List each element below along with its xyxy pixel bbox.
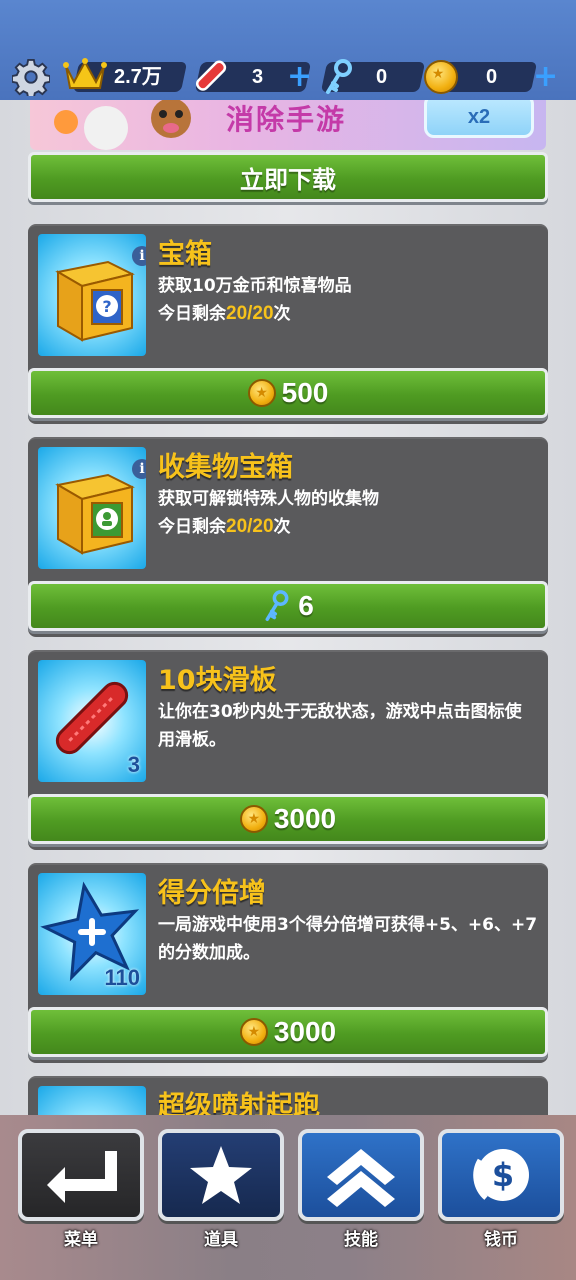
ad-multiplier-badge: x2: [424, 100, 534, 138]
item-description: 一局游戏中使用3个得分倍增可获得+5、+6、+7的分数加成。: [158, 915, 538, 963]
skills-button[interactable]: [298, 1129, 424, 1221]
remaining-suffix: 次: [273, 517, 291, 537]
crown-icon: [63, 58, 107, 89]
item-description: 让你在30秒内处于无敌状态，游戏中点击图标使用滑板。: [158, 702, 522, 750]
item-title: 宝箱: [158, 239, 212, 270]
hoverboard-thumbnail[interactable]: 3: [38, 660, 146, 782]
chest-thumbnail[interactable]: ? i: [38, 234, 146, 356]
item-desc-line: 获取10万金币和惊喜物品: [158, 276, 352, 296]
daily-remaining: 今日剩余20/20次: [158, 300, 538, 328]
key-icon: [265, 590, 289, 621]
item-title: 超级喷射起跑: [158, 1091, 320, 1115]
bottom-nav: 菜单 道具 技能 $ 钱币: [0, 1115, 576, 1280]
menu-button[interactable]: [18, 1129, 144, 1221]
top-status-bar: 2.7万 3 + 0 0 +: [0, 0, 576, 100]
skills-label: 技能: [344, 1230, 378, 1250]
remaining-suffix: 次: [273, 304, 291, 324]
item-description: 获取10万金币和惊喜物品 今日剩余20/20次: [158, 272, 538, 328]
collectible-chest-thumbnail[interactable]: i: [38, 447, 146, 569]
item-title: 得分倍增: [158, 878, 266, 909]
score-multiplier-thumbnail[interactable]: 110: [38, 873, 146, 995]
ad-title: 消除手游: [226, 103, 347, 136]
return-arrow-icon: [47, 1151, 117, 1203]
remaining-label: 今日剩余: [158, 304, 226, 324]
dollar-coin-icon: $: [473, 1149, 529, 1201]
svg-text:$: $: [492, 1156, 514, 1194]
items-button[interactable]: [158, 1129, 284, 1221]
key-count: 0: [376, 66, 388, 88]
price-value: 6: [298, 590, 314, 621]
add-coins-button[interactable]: +: [533, 62, 558, 92]
download-button[interactable]: 立即下载: [28, 152, 548, 202]
buy-hoverboards-button[interactable]: 3000: [28, 794, 548, 844]
remaining-label: 今日剩余: [158, 517, 226, 537]
coin-icon: [239, 1018, 268, 1046]
hoverboard-count: 3: [252, 66, 264, 88]
settings-gear-icon[interactable]: [12, 58, 50, 96]
coins-button[interactable]: $: [438, 1129, 564, 1221]
owned-quantity: 110: [104, 965, 141, 990]
star-icon: [190, 1146, 252, 1204]
price-value: 500: [281, 377, 329, 408]
shop-item-score-multiplier: 110 得分倍增 一局游戏中使用3个得分倍增可获得+5、+6、+7的分数加成。 …: [28, 863, 548, 1063]
coin-count: 0: [486, 66, 498, 88]
shop-item-chest: ? i 宝箱 获取10万金币和惊喜物品 今日剩余20/20次 500: [28, 224, 548, 424]
remaining-count: 20/20: [226, 516, 274, 537]
owned-quantity: 3: [127, 752, 140, 777]
info-icon[interactable]: i: [132, 459, 146, 479]
item-title: 收集物宝箱: [158, 452, 293, 483]
info-icon[interactable]: i: [132, 246, 146, 266]
key-icon: [326, 59, 352, 94]
coin-icon: [239, 805, 268, 833]
shop-list[interactable]: 消除手游 x2 立即下载 ? i 宝箱 获取10万金币和惊喜物品 今日剩余20/…: [0, 100, 576, 1115]
collectible-box-icon: [55, 473, 135, 555]
score-value: 2.7万: [114, 66, 162, 88]
buy-collectible-chest-button[interactable]: 6: [28, 581, 548, 631]
daily-remaining: 今日剩余20/20次: [158, 513, 538, 541]
menu-label: 菜单: [64, 1230, 98, 1250]
svg-text:?: ?: [102, 297, 111, 316]
ad-banner[interactable]: 消除手游 x2: [30, 100, 546, 150]
shop-item-collectible-chest: i 收集物宝箱 获取可解锁特殊人物的收集物 今日剩余20/20次 6: [28, 437, 548, 637]
coins-label: 钱币: [484, 1230, 518, 1250]
price-value: 3000: [273, 1016, 337, 1047]
buy-chest-button[interactable]: 500: [28, 368, 548, 418]
double-chevron-up-icon: [327, 1149, 395, 1207]
hoverboard-icon: [195, 60, 227, 91]
shop-item-super-jetpack-start: 超级喷射起跑: [28, 1076, 548, 1115]
items-label: 道具: [204, 1230, 238, 1250]
add-hoverboard-button[interactable]: +: [287, 62, 312, 92]
item-desc-line: 获取可解锁特殊人物的收集物: [158, 489, 379, 509]
item-title: 10块滑板: [158, 665, 277, 696]
price-value: 3000: [273, 803, 337, 834]
mystery-box-icon: ?: [55, 260, 135, 342]
coin-icon: [247, 379, 276, 407]
item-description: 获取可解锁特殊人物的收集物 今日剩余20/20次: [158, 485, 538, 541]
buy-score-multiplier-button[interactable]: 3000: [28, 1007, 548, 1057]
coin-icon: [424, 60, 458, 94]
remaining-count: 20/20: [226, 303, 274, 324]
jetpack-thumbnail[interactable]: [38, 1086, 146, 1115]
shop-item-hoverboards: 3 10块滑板 让你在30秒内处于无敌状态，游戏中点击图标使用滑板。 3000: [28, 650, 548, 850]
ad-characters-image: [54, 100, 191, 150]
